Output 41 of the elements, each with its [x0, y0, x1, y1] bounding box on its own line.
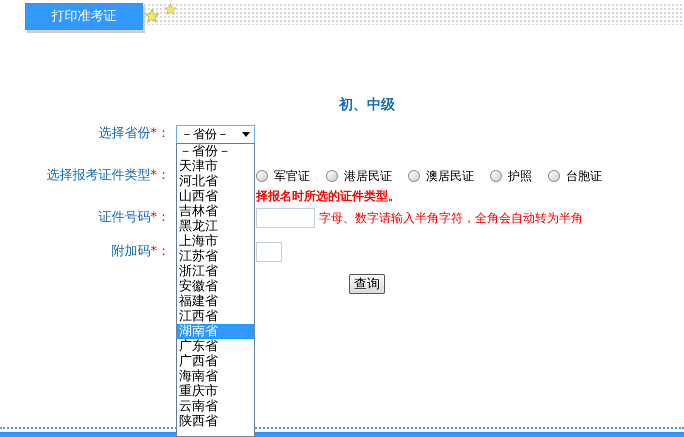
- dropdown-option[interactable]: 黑龙江: [177, 219, 254, 234]
- dropdown-option[interactable]: 广东省: [177, 339, 254, 354]
- dropdown-option[interactable]: 天津市: [177, 159, 254, 174]
- dropdown-option[interactable]: 安徽省: [177, 279, 254, 294]
- radio-label: 护照: [508, 168, 532, 185]
- hint-text: 字母、数字请输入半角字符，全角会自动转为半角: [319, 210, 583, 227]
- radio-label: 军官证: [274, 168, 310, 185]
- dropdown-option[interactable]: 陕西省: [177, 414, 254, 429]
- radio-button[interactable]: [548, 170, 560, 182]
- dropdown-option[interactable]: 江苏省: [177, 249, 254, 264]
- id-number-field[interactable]: [256, 208, 315, 228]
- field-label: 选择省份*：: [98, 125, 170, 144]
- star-icon: [144, 8, 160, 24]
- radio-label: 港居民证: [344, 168, 392, 185]
- dropdown-option[interactable]: 福建省: [177, 294, 254, 309]
- radio-label: 台胞证: [566, 168, 602, 185]
- dropdown-option[interactable]: 重庆市: [177, 384, 254, 399]
- radio-button[interactable]: [408, 170, 420, 182]
- dropdown-option[interactable]: 上海市: [177, 234, 254, 249]
- query-button[interactable]: 查询: [349, 274, 385, 294]
- dropdown-option[interactable]: 河北省: [177, 174, 254, 189]
- dropdown-option[interactable]: 广西省: [177, 354, 254, 369]
- radio-button[interactable]: [326, 170, 338, 182]
- extra-code-field[interactable]: [256, 242, 282, 262]
- warning-text: 择报名时所选的证件类型。: [256, 188, 400, 203]
- radio-button[interactable]: [256, 170, 268, 182]
- caret-icon: [242, 132, 250, 136]
- dropdown-option[interactable]: －省份－: [177, 144, 254, 159]
- dropdown-option[interactable]: 吉林省: [177, 204, 254, 219]
- field-label: 选择报考证件类型*：: [46, 167, 170, 186]
- field-label: 附加码*：: [112, 243, 170, 262]
- star-icon: [164, 3, 177, 16]
- dropdown-option[interactable]: 海南省: [177, 369, 254, 384]
- dropdown-option[interactable]: 云南省: [177, 399, 254, 414]
- section-heading: 初、中级: [339, 96, 395, 115]
- radio-label: 澳居民证: [426, 168, 474, 185]
- dropdown-option[interactable]: 山西省: [177, 189, 254, 204]
- dropdown-option[interactable]: 浙江省: [177, 264, 254, 279]
- field-label: 证件号码*：: [98, 209, 170, 228]
- dropdown-option[interactable]: 江西省: [177, 309, 254, 324]
- radio-button[interactable]: [490, 170, 502, 182]
